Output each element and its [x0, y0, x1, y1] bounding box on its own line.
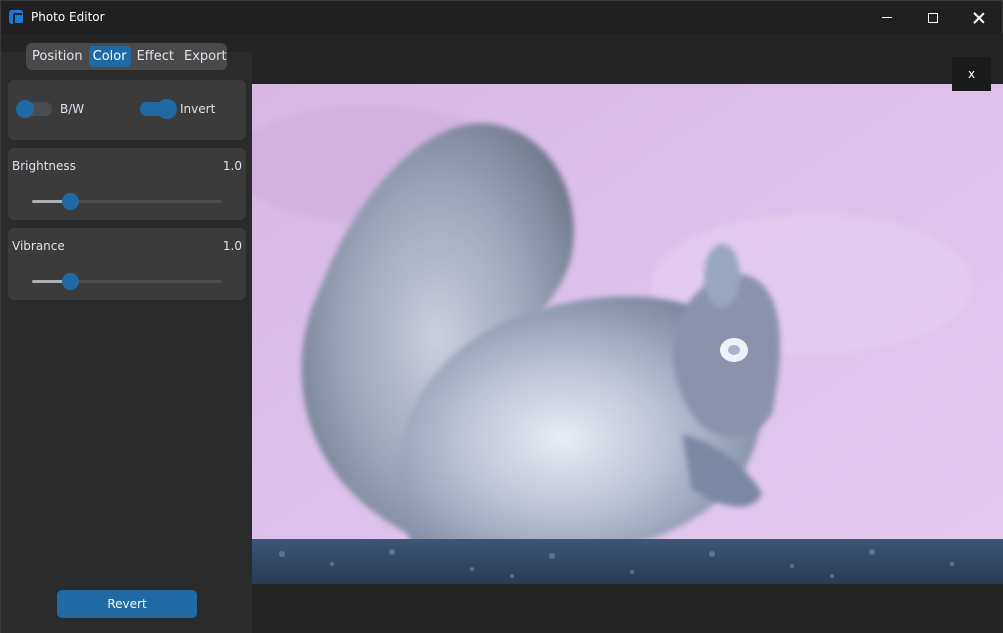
vibrance-slider[interactable]: [32, 273, 222, 290]
brightness-slider-thumb[interactable]: [62, 193, 79, 210]
maximize-button[interactable]: [910, 1, 956, 34]
toggle-panel: B/W Invert: [8, 80, 246, 140]
tab-position[interactable]: Position: [28, 46, 87, 67]
minimize-button[interactable]: [864, 1, 910, 34]
tab-export[interactable]: Export: [180, 46, 231, 67]
vibrance-panel: Vibrance 1.0: [8, 228, 246, 300]
close-icon: [973, 12, 985, 24]
title-bar: Photo Editor: [1, 1, 1002, 34]
bw-label[interactable]: B/W: [60, 102, 84, 116]
invert-switch-knob[interactable]: [158, 100, 176, 118]
image-canvas[interactable]: x: [252, 34, 1003, 633]
app-icon: [9, 10, 23, 25]
brightness-panel: Brightness 1.0: [8, 148, 246, 220]
vibrance-value: 1.0: [222, 239, 242, 253]
brightness-slider[interactable]: [32, 193, 222, 210]
brightness-label: Brightness: [12, 159, 76, 173]
photo-editor-window: Photo Editor Position Color Effect Expor…: [0, 0, 1003, 633]
squirrel-photo-icon: [252, 84, 1003, 584]
window-title: Photo Editor: [31, 10, 105, 24]
close-window-button[interactable]: [956, 1, 1002, 34]
revert-button[interactable]: Revert: [57, 590, 197, 618]
bw-switch-knob[interactable]: [16, 100, 34, 118]
invert-switch[interactable]: [140, 100, 176, 118]
minimize-icon: [882, 17, 892, 18]
bw-switch[interactable]: [16, 100, 52, 118]
maximize-icon: [928, 12, 938, 23]
image-preview[interactable]: [252, 84, 1003, 584]
invert-label[interactable]: Invert: [180, 102, 215, 116]
vibrance-label: Vibrance: [12, 239, 65, 253]
tab-effect[interactable]: Effect: [133, 46, 178, 67]
tab-color[interactable]: Color: [88, 46, 131, 67]
vibrance-slider-thumb[interactable]: [62, 273, 79, 290]
brightness-value: 1.0: [222, 159, 242, 173]
menu-tabs: Position Color Effect Export: [26, 43, 227, 70]
close-image-button[interactable]: x: [952, 57, 991, 91]
